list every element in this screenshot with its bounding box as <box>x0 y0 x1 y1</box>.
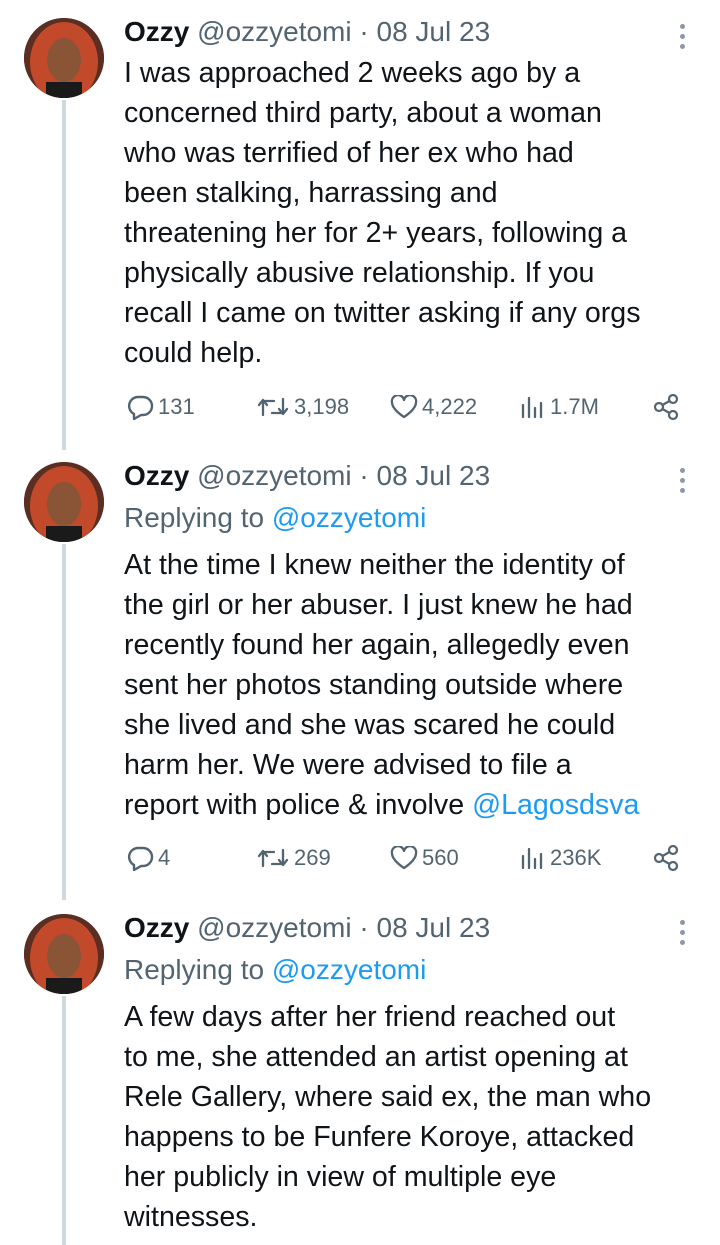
share-button[interactable] <box>652 840 680 876</box>
tweet-text-line: happens to be Funfere Koroye, attacked <box>124 1121 635 1153</box>
reply-count: 4 <box>158 845 171 870</box>
action-bar: 131 3,198 4,222 1.7M <box>124 389 694 425</box>
tweet-header: Ozzy @ozzyetomi · 08 Jul 23 <box>124 458 490 494</box>
views-button[interactable]: 1.7M <box>520 389 599 425</box>
like-count: 560 <box>422 845 459 870</box>
avatar[interactable] <box>24 914 104 994</box>
tweet-text-line: report with police & involve @Lagosdsva <box>124 785 699 825</box>
tweet-text-line: could help. <box>124 337 263 369</box>
views-icon <box>521 847 543 870</box>
tweet[interactable]: Ozzy @ozzyetomi · 08 Jul 23 I was approa… <box>0 0 720 450</box>
tweet-text: At the time I knew neither the identity … <box>124 545 699 825</box>
display-name[interactable]: Ozzy <box>124 912 189 943</box>
retweet-button[interactable]: 269 <box>256 840 331 876</box>
handle[interactable]: @ozzyetomi <box>197 16 351 47</box>
reply-icon <box>127 846 154 871</box>
retweet-icon <box>257 397 289 417</box>
display-name[interactable]: Ozzy <box>124 460 189 491</box>
avatar[interactable] <box>24 462 104 542</box>
tweet-text-line: witnesses. <box>124 1201 258 1233</box>
action-bar: 4 269 560 236K <box>124 840 694 876</box>
tweet-text-line: to me, she attended an artist opening at <box>124 1041 628 1073</box>
tweet-text-fragment: report with police & involve <box>124 789 465 821</box>
more-icon[interactable] <box>680 920 686 950</box>
retweet-icon <box>257 848 289 868</box>
tweet[interactable]: Ozzy @ozzyetomi · 08 Jul 23 Replying to … <box>0 900 720 1245</box>
tweet-text-line: At the time I knew neither the identity … <box>124 549 625 581</box>
tweet-text-line: threatening her for 2+ years, following … <box>124 217 628 249</box>
timestamp[interactable]: · 08 Jul 23 <box>359 460 490 491</box>
tweet-text-line: who was terrified of her ex who had <box>124 137 574 169</box>
tweet-header: Ozzy @ozzyetomi · 08 Jul 23 <box>124 14 490 50</box>
reply-count: 131 <box>158 394 195 419</box>
more-icon[interactable] <box>680 24 686 54</box>
tweet-text-line: physically abusive relationship. If you <box>124 257 595 289</box>
tweet-text-line: recall I came on twitter asking if any o… <box>124 297 641 329</box>
views-count: 236K <box>550 845 602 870</box>
tweet-text-line: I was approached 2 weeks ago by a <box>124 57 581 89</box>
share-button[interactable] <box>652 389 680 425</box>
replying-to: Replying to @ozzyetomi <box>124 500 426 536</box>
display-name[interactable]: Ozzy <box>124 16 189 47</box>
retweet-count: 3,198 <box>294 394 350 419</box>
replying-to-handle[interactable]: @ozzyetomi <box>272 954 426 985</box>
share-icon <box>653 393 679 421</box>
replying-to: Replying to @ozzyetomi <box>124 952 426 988</box>
handle[interactable]: @ozzyetomi <box>197 912 351 943</box>
tweet[interactable]: Ozzy @ozzyetomi · 08 Jul 23 Replying to … <box>0 450 720 900</box>
mention-link[interactable]: @Lagosdsva <box>472 789 639 821</box>
tweet-text-line: sent her photos standing outside where <box>124 669 624 701</box>
like-button[interactable]: 4,222 <box>390 389 477 425</box>
views-button[interactable]: 236K <box>520 840 601 876</box>
retweet-count: 269 <box>294 845 331 870</box>
replying-to-label: Replying to <box>124 954 265 985</box>
handle[interactable]: @ozzyetomi <box>197 460 351 491</box>
tweet-text-line: the girl or her abuser. I just knew he h… <box>124 589 633 621</box>
like-button[interactable]: 560 <box>390 840 459 876</box>
tweet-text-line: she lived and she was scared he could <box>124 709 616 741</box>
like-icon <box>390 395 418 419</box>
like-icon <box>390 846 418 870</box>
thread-line <box>62 544 66 900</box>
thread-line <box>62 996 66 1245</box>
views-count: 1.7M <box>550 394 599 419</box>
tweet-text-line: been stalking, harrassing and <box>124 177 498 209</box>
replying-to-label: Replying to <box>124 502 265 533</box>
tweet-text-line: Rele Gallery, where said ex, the man who <box>124 1081 652 1113</box>
tweet-text-line: concerned third party, about a woman <box>124 97 602 129</box>
reply-icon <box>127 395 154 420</box>
tweet-header: Ozzy @ozzyetomi · 08 Jul 23 <box>124 910 490 946</box>
timestamp[interactable]: · 08 Jul 23 <box>359 912 490 943</box>
more-icon[interactable] <box>680 468 686 498</box>
reply-button[interactable]: 4 <box>126 840 170 876</box>
tweet-text-line: harm her. We were advised to file a <box>124 749 572 781</box>
tweet-text-line: her publicly in view of multiple eye <box>124 1161 557 1193</box>
avatar[interactable] <box>24 18 104 98</box>
tweet-text: I was approached 2 weeks ago by a concer… <box>124 53 699 373</box>
thread-line <box>62 100 66 450</box>
views-icon <box>521 396 543 419</box>
share-icon <box>653 844 679 872</box>
reply-button[interactable]: 131 <box>126 389 195 425</box>
retweet-button[interactable]: 3,198 <box>256 389 349 425</box>
tweet-text: A few days after her friend reached out … <box>124 997 699 1237</box>
tweet-text-line: recently found her again, allegedly even <box>124 629 630 661</box>
timestamp[interactable]: · 08 Jul 23 <box>359 16 490 47</box>
tweet-text-line: A few days after her friend reached out <box>124 1001 616 1033</box>
like-count: 4,222 <box>422 394 478 419</box>
replying-to-handle[interactable]: @ozzyetomi <box>272 502 426 533</box>
